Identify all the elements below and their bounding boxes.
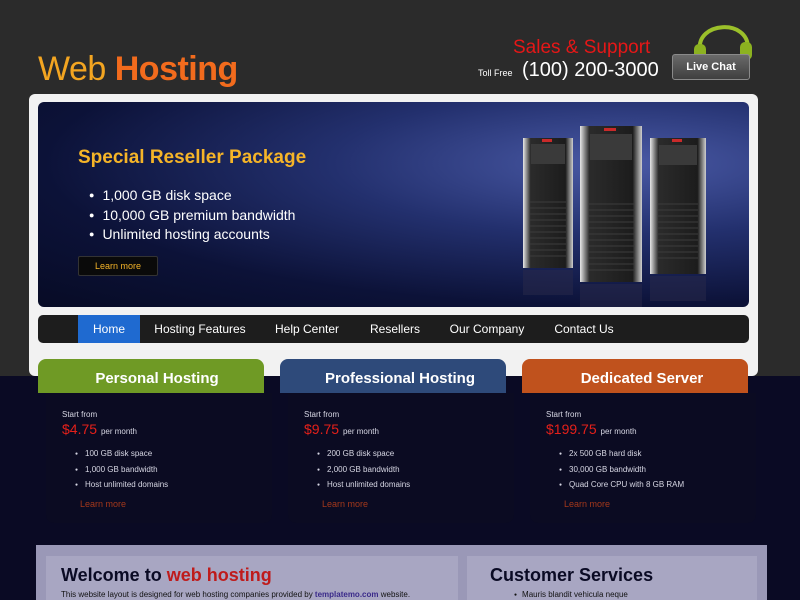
plan-price: $199.75 per month xyxy=(546,421,637,437)
plan-start-label: Start from xyxy=(304,410,340,419)
plan-feature-item: Host unlimited domains xyxy=(327,478,410,494)
plan-price-period: per month xyxy=(100,427,137,436)
plan-price: $9.75 per month xyxy=(304,421,379,437)
customer-services-list: Mauris blandit vehicula neque xyxy=(522,590,628,599)
plan-features: 100 GB disk space 1,000 GB bandwidth Hos… xyxy=(85,447,168,494)
nav-item-help-center[interactable]: Help Center xyxy=(266,315,348,343)
welcome-section: Welcome to web hosting This website layo… xyxy=(46,556,458,600)
site-logo[interactable]: Web Hosting xyxy=(38,50,238,89)
plan-features: 2x 500 GB hard disk 30,000 GB bandwidth … xyxy=(569,447,684,494)
customer-services-section: Customer Services Mauris blandit vehicul… xyxy=(467,556,757,600)
welcome-text-start: This website layout is designed for web … xyxy=(61,590,315,599)
plan-feature-item: 200 GB disk space xyxy=(327,447,410,463)
plan-feature-item: Host unlimited domains xyxy=(85,478,168,494)
plan-title: Personal Hosting xyxy=(95,370,219,387)
plan-feature-item: 30,000 GB bandwidth xyxy=(569,463,684,479)
welcome-title: Welcome to web hosting xyxy=(61,565,272,586)
welcome-text-end: website. xyxy=(378,590,411,599)
templatemo-link[interactable]: templatemo.com xyxy=(315,590,379,599)
plan-learn-more-link[interactable]: Learn more xyxy=(322,499,368,509)
banner-features: 1,000 GB disk space 10,000 GB premium ba… xyxy=(102,187,295,246)
plan-feature-item: 100 GB disk space xyxy=(85,447,168,463)
banner-learn-more-button[interactable]: Learn more xyxy=(78,256,158,276)
sales-support-label: Sales & Support xyxy=(513,37,651,58)
plan-price-value: $4.75 xyxy=(62,421,98,437)
plan-start-label: Start from xyxy=(62,410,98,419)
welcome-title-highlight: web hosting xyxy=(166,565,272,585)
main-nav: Home Hosting Features Help Center Resell… xyxy=(38,315,749,343)
toll-free-label: Toll Free xyxy=(478,68,513,78)
plan-price-value: $199.75 xyxy=(546,421,597,437)
banner-feature-item: Unlimited hosting accounts xyxy=(102,226,295,246)
plan-feature-item: Quad Core CPU with 8 GB RAM xyxy=(569,478,684,494)
plan-learn-more-link[interactable]: Learn more xyxy=(80,499,126,509)
customer-services-title: Customer Services xyxy=(490,565,654,585)
nav-item-contact-us[interactable]: Contact Us xyxy=(544,315,624,343)
plan-card-dedicated: Start from $199.75 per month 2x 500 GB h… xyxy=(530,393,756,523)
nav-item-resellers[interactable]: Resellers xyxy=(360,315,430,343)
plan-title: Dedicated Server xyxy=(580,370,704,387)
plan-price-value: $9.75 xyxy=(304,421,340,437)
plan-card-professional: Start from $9.75 per month 200 GB disk s… xyxy=(288,393,514,523)
plan-price-period: per month xyxy=(342,427,379,436)
plan-card-personal: Start from $4.75 per month 100 GB disk s… xyxy=(46,393,272,523)
plan-feature-item: 2,000 GB bandwidth xyxy=(327,463,410,479)
plan-feature-item: 1,000 GB bandwidth xyxy=(85,463,168,479)
customer-services-item[interactable]: Mauris blandit vehicula neque xyxy=(522,590,628,599)
plan-price: $4.75 per month xyxy=(62,421,137,437)
phone-number: (100) 200-3000 xyxy=(522,59,659,81)
banner-title: Special Reseller Package xyxy=(78,147,307,168)
banner-feature-item: 10,000 GB premium bandwidth xyxy=(102,207,295,227)
nav-item-home[interactable]: Home xyxy=(78,315,140,343)
nav-item-hosting-features[interactable]: Hosting Features xyxy=(146,315,254,343)
plan-price-period: per month xyxy=(600,427,637,436)
plan-title: Professional Hosting xyxy=(324,370,476,387)
plan-start-label: Start from xyxy=(546,410,582,419)
promo-banner: Special Reseller Package 1,000 GB disk s… xyxy=(38,102,749,307)
plan-features: 200 GB disk space 2,000 GB bandwidth Hos… xyxy=(327,447,410,494)
plan-feature-item: 2x 500 GB hard disk xyxy=(569,447,684,463)
welcome-title-plain: Welcome to xyxy=(61,565,167,585)
logo-text-hosting: Hosting xyxy=(114,50,239,88)
plan-learn-more-link[interactable]: Learn more xyxy=(564,499,610,509)
live-chat-button[interactable]: Live Chat xyxy=(672,54,750,80)
welcome-text: This website layout is designed for web … xyxy=(61,590,410,599)
logo-text-web: Web xyxy=(38,50,115,88)
nav-item-our-company[interactable]: Our Company xyxy=(442,315,532,343)
server-towers-icon xyxy=(523,126,706,307)
banner-feature-item: 1,000 GB disk space xyxy=(102,187,295,207)
